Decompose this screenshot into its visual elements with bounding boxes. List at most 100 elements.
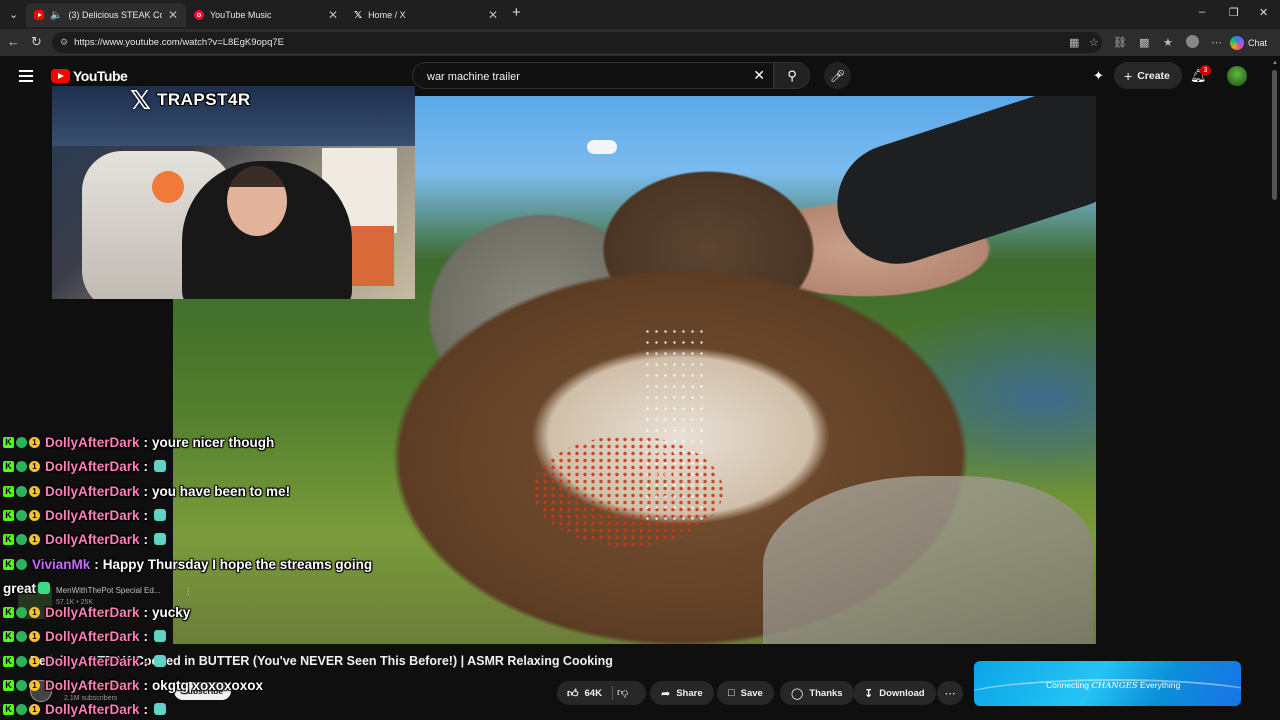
chat-username: DollyAfterDark xyxy=(45,483,140,499)
reading-view-icon[interactable]: ▦ xyxy=(1069,36,1079,49)
ad-banner[interactable]: Connecting CHANGES Everything xyxy=(974,661,1241,706)
thumbs-up-icon: 👍︎ xyxy=(567,687,579,700)
reload-icon[interactable]: ↻ xyxy=(31,34,42,50)
url-field[interactable]: ⚙ https://www.youtube.com/watch?v=L8EgK9… xyxy=(52,32,1102,53)
site-info-icon[interactable]: ⚙ xyxy=(60,37,68,48)
chat-message: K 1 DollyAfterDark: xyxy=(3,505,167,525)
chat-message: K 1 DollyAfterDark: xyxy=(3,699,167,719)
account-avatar[interactable] xyxy=(1227,66,1247,86)
tab-close-icon[interactable]: ✕ xyxy=(168,8,178,22)
scroll-up-arrow-icon[interactable]: ▲ xyxy=(1272,60,1278,66)
page-scrollbar[interactable]: ▲ xyxy=(1270,56,1280,720)
tab-youtube-video[interactable]: 🔈 (3) Delicious STEAK Cooked in ✕ xyxy=(26,3,186,27)
favorites-icon[interactable]: ★ xyxy=(1163,36,1173,49)
chat-message: K 1 DollyAfterDark: you have been to me! xyxy=(3,481,290,501)
plus-icon: + xyxy=(1124,67,1133,84)
chat-separator: : xyxy=(94,556,99,572)
video-salt-stream xyxy=(643,326,703,526)
download-arrow-icon: ↧ xyxy=(864,687,874,700)
tab-youtube-music[interactable]: YouTube Music ✕ xyxy=(186,3,346,27)
subscriber-badge-icon: 1 xyxy=(29,679,40,691)
chat-text: youre nicer though xyxy=(152,434,275,450)
chat-username: DollyAfterDark xyxy=(45,434,140,450)
search-box: ✕ xyxy=(412,62,774,90)
kick-badge-icon: K xyxy=(3,509,14,521)
download-button[interactable]: ↧ Download xyxy=(853,681,936,705)
chat-message: K 1 DollyAfterDark: xyxy=(3,456,167,476)
favorite-star-icon[interactable]: ☆ xyxy=(1089,36,1099,49)
more-actions-button[interactable]: ⋯ xyxy=(937,681,963,705)
youtube-logo[interactable]: YouTube xyxy=(51,68,128,84)
chat-emote-icon xyxy=(154,460,167,472)
verified-badge-icon xyxy=(16,485,27,497)
chat-emote-icon xyxy=(38,582,51,594)
minimize-icon[interactable]: – xyxy=(1199,6,1205,18)
subscriber-badge-icon: 1 xyxy=(29,703,40,715)
save-button[interactable]: □ Save xyxy=(717,681,774,705)
verified-badge-icon xyxy=(16,509,27,521)
kick-badge-icon: K xyxy=(3,606,14,618)
chat-separator: : xyxy=(143,604,149,620)
thanks-dollar-icon: ◯ xyxy=(791,687,804,700)
chat-username: DollyAfterDark xyxy=(45,531,140,547)
speaker-icon[interactable]: 🔈 xyxy=(50,10,62,21)
video-cloud xyxy=(587,140,617,154)
scrollbar-thumb[interactable] xyxy=(1272,70,1277,200)
voice-search-button[interactable]: 🎤︎ xyxy=(824,62,851,89)
search-icon: ⚲ xyxy=(787,67,797,83)
more-options-icon[interactable]: ⋮ xyxy=(184,586,193,597)
chat-emote-icon xyxy=(154,703,167,715)
chat-separator: : xyxy=(143,483,149,499)
restore-icon[interactable]: ❐ xyxy=(1229,6,1239,19)
tab-x-home[interactable]: 𝕏 Home / X ✕ xyxy=(346,3,506,27)
copilot-icon xyxy=(1230,35,1244,50)
chat-text: Happy Thursday I hope the streams going xyxy=(102,556,373,572)
chat-separator: : xyxy=(143,653,149,669)
chat-username: DollyAfterDark xyxy=(45,507,140,523)
like-button[interactable]: 👍︎ 64K xyxy=(557,681,610,705)
verified-badge-icon xyxy=(16,655,27,667)
chat-text: great xyxy=(3,580,37,596)
verified-badge-icon xyxy=(16,460,27,472)
tab-close-icon[interactable]: ✕ xyxy=(488,8,498,22)
bookmark-icon: □ xyxy=(728,687,735,699)
create-button[interactable]: + Create xyxy=(1114,62,1182,89)
chat-emote-icon xyxy=(154,655,167,667)
extensions-puzzle-icon[interactable]: ▩ xyxy=(1139,36,1149,49)
chat-message: K 1 DollyAfterDark: youre nicer though xyxy=(3,432,274,452)
dislike-button[interactable]: 👎︎ xyxy=(617,686,628,699)
subscriber-badge-icon: 1 xyxy=(29,509,40,521)
kick-badge-icon: K xyxy=(3,460,14,472)
clear-search-icon[interactable]: ✕ xyxy=(753,67,765,84)
premium-sparkle-icon[interactable]: ✦ xyxy=(1093,68,1104,84)
subscriber-badge-icon: 1 xyxy=(29,606,40,618)
tab-close-icon[interactable]: ✕ xyxy=(328,8,338,22)
chat-message: great xyxy=(3,578,51,598)
tab-list-chevron-icon[interactable]: ⌄ xyxy=(9,8,18,21)
kick-badge-icon: K xyxy=(3,679,14,691)
profile-avatar[interactable] xyxy=(1186,35,1199,48)
subscriber-badge-icon: 1 xyxy=(29,436,40,448)
more-menu-icon[interactable]: ⋯ xyxy=(1211,36,1222,49)
window-close-icon[interactable]: ✕ xyxy=(1259,6,1268,19)
thanks-button[interactable]: ◯ Thanks xyxy=(780,681,854,705)
chat-username: DollyAfterDark xyxy=(45,604,140,620)
kick-badge-icon: K xyxy=(3,436,14,448)
copilot-chat-button[interactable]: Chat xyxy=(1230,33,1267,52)
chat-separator: : xyxy=(143,434,149,450)
tab-title: Home / X xyxy=(368,10,406,20)
search-button[interactable]: ⚲ xyxy=(774,62,810,89)
chat-username: DollyAfterDark xyxy=(45,653,140,669)
download-label: Download xyxy=(879,687,925,699)
streamer-webcam xyxy=(52,86,415,299)
extension-icon[interactable]: ⛓ xyxy=(1113,36,1127,49)
verified-badge-icon xyxy=(16,606,27,618)
share-button[interactable]: ➦ Share xyxy=(650,681,714,705)
kick-badge-icon: K xyxy=(3,655,14,667)
search-input[interactable] xyxy=(425,63,749,90)
hamburger-menu-icon[interactable] xyxy=(19,70,33,85)
new-tab-plus-icon[interactable]: + xyxy=(512,4,521,21)
microphone-icon: 🎤︎ xyxy=(829,68,846,83)
share-arrow-icon: ➦ xyxy=(661,687,671,700)
back-arrow-icon[interactable]: ← xyxy=(7,34,20,49)
